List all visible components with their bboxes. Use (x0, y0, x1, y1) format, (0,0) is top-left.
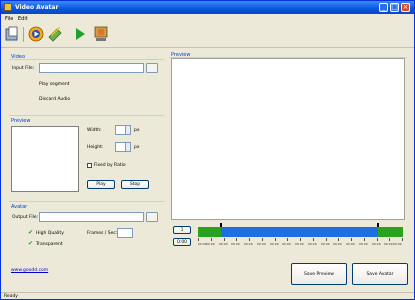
width-unit: px (134, 128, 140, 133)
discard-audio-label[interactable]: Discard Audio (39, 97, 70, 102)
open-icon[interactable] (4, 26, 20, 42)
timeline-tick (364, 238, 365, 241)
height-spinner[interactable] (125, 143, 130, 151)
frames-field[interactable] (117, 228, 133, 238)
high-quality-check-icon[interactable]: ✔ (28, 230, 33, 236)
play-segment-label[interactable]: Play segment (39, 82, 70, 87)
timeline-selected-range[interactable] (221, 227, 378, 237)
thumbnail-preview (11, 126, 79, 192)
timeline-end-marker[interactable] (377, 223, 379, 227)
menu-file[interactable]: File (5, 16, 13, 22)
save-avatar-button[interactable]: Save Avatar (352, 263, 408, 285)
app-icon (4, 3, 12, 11)
width-spinner[interactable] (125, 126, 130, 134)
output-browse-button[interactable] (146, 212, 158, 222)
timeline-tick-label: 00:00 (321, 242, 330, 246)
timeline-bar[interactable] (198, 223, 403, 237)
maximize-button[interactable]: □ (390, 3, 399, 12)
record-icon[interactable] (28, 26, 44, 42)
timeline-tick-label: 00:00 (244, 242, 253, 246)
timeline-unselected-start[interactable] (198, 227, 221, 237)
timeline-tick (313, 238, 314, 241)
close-button[interactable]: × (401, 3, 410, 12)
keep-ratio-label: Fixed by Ratio (94, 163, 126, 168)
timeline-tick (211, 238, 212, 241)
play-icon[interactable] (72, 26, 88, 42)
high-quality-label: High Quality (36, 231, 64, 236)
timeline-button-top[interactable]: 1 (173, 226, 191, 234)
menu-edit[interactable]: Edit (18, 16, 28, 22)
timeline-tick-label: 00:00 (219, 242, 228, 246)
frames-label: Frames / Sec: (87, 231, 118, 236)
window-title: Video Avatar (15, 4, 59, 11)
transparent-label: Transparent (36, 242, 63, 247)
height-label: Height: (87, 145, 104, 150)
menu-bar: File Edit (1, 14, 414, 24)
timeline[interactable]: 00:00 00:00 00:00 00:00 00:00 00:00 00:00 00:00… (198, 221, 403, 251)
preview-group-divider (9, 115, 164, 116)
timeline-tick (224, 238, 225, 241)
timeline-tick (402, 238, 403, 241)
input-file-field[interactable] (39, 63, 144, 73)
timeline-tick-label: 00:00 (359, 242, 368, 246)
timeline-tick (198, 238, 199, 241)
timeline-tick (262, 238, 263, 241)
timeline-tick-label: 00:00 (295, 242, 304, 246)
timeline-tick (275, 238, 276, 241)
play-button[interactable]: Play (87, 180, 115, 189)
keep-ratio-checkbox[interactable] (87, 163, 92, 168)
transparent-check-icon[interactable]: ✔ (28, 241, 33, 247)
timeline-tick-label: 00:00 (333, 242, 342, 246)
website-link[interactable]: www.goodd.com (11, 268, 48, 273)
timeline-tick-label: 00:00 (372, 242, 381, 246)
main-window: Video Avatar _ □ × File Edit Video Input… (0, 0, 415, 300)
timeline-tick (326, 238, 327, 241)
input-browse-button[interactable] (146, 63, 158, 73)
timeline-tick (338, 238, 339, 241)
video-group-divider (9, 59, 164, 60)
preview-group-label: Preview (11, 118, 31, 124)
timeline-tick-label: 00:00 (346, 242, 355, 246)
toolbar (1, 24, 414, 48)
timeline-tick-label: 00:00 (282, 242, 291, 246)
timeline-tick-label: 00:00 (393, 242, 402, 246)
timeline-start-marker[interactable] (220, 223, 222, 227)
height-unit: px (134, 145, 140, 150)
timeline-tick (389, 238, 390, 241)
timeline-tick (236, 238, 237, 241)
timeline-tick-label: 00:00 (384, 242, 393, 246)
timeline-tick (300, 238, 301, 241)
stop-button[interactable]: Stop (121, 180, 149, 189)
timeline-tick-label: 00:00 (308, 242, 317, 246)
timeline-unselected-end[interactable] (378, 227, 403, 237)
status-text: Ready (4, 294, 18, 299)
minimize-button[interactable]: _ (379, 3, 388, 12)
status-bar: Ready (1, 292, 414, 300)
timeline-tick (249, 238, 250, 241)
height-field[interactable] (115, 142, 131, 152)
timeline-tick-label: 00:00 (231, 242, 240, 246)
video-preview-area (171, 58, 405, 220)
output-file-field[interactable] (39, 212, 144, 222)
avatar-group-label: Avatar (11, 204, 28, 210)
input-file-label: Input File: (12, 66, 35, 71)
timeline-tick-label: 00:00 (257, 242, 266, 246)
timeline-tick (351, 238, 352, 241)
film-icon[interactable] (93, 26, 109, 42)
toolbar-separator (23, 27, 24, 42)
output-file-label: Output File: (12, 215, 39, 220)
timeline-button-bottom[interactable]: 0:00 (173, 238, 191, 246)
timeline-tick (287, 238, 288, 241)
timeline-tick-label: 00:00 (206, 242, 215, 246)
width-label: Width: (87, 128, 102, 133)
timeline-ticks: 00:00 00:00 00:00 00:00 00:00 00:00 00:00 00:00… (198, 238, 403, 250)
width-field[interactable] (115, 125, 131, 135)
title-bar[interactable]: Video Avatar _ □ × (1, 1, 414, 14)
edit-icon[interactable] (47, 26, 63, 42)
timeline-tick-label: 00:00 (270, 242, 279, 246)
avatar-group-divider (9, 201, 164, 202)
timeline-tick (377, 238, 378, 241)
save-preview-button[interactable]: Save Preview (291, 263, 347, 285)
